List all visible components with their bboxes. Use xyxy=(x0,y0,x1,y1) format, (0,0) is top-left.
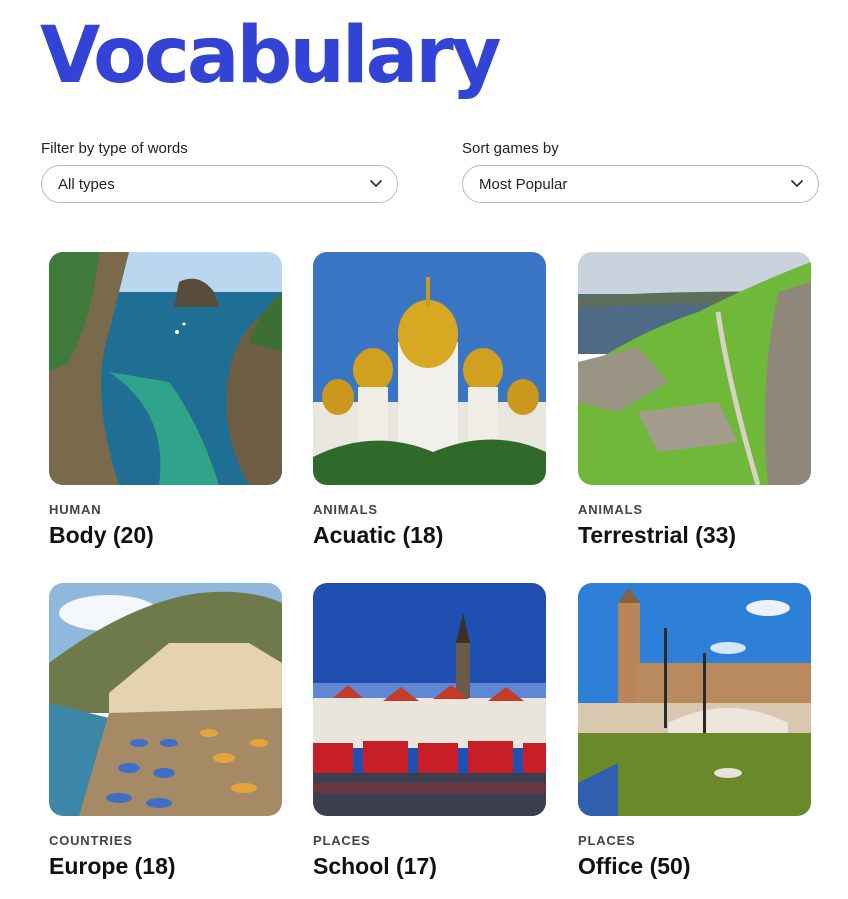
page-title: Vocabulary xyxy=(40,11,502,101)
chevron-down-icon xyxy=(369,177,383,191)
game-card-acuatic[interactable]: ANIMALS Acuatic (18) xyxy=(313,252,546,552)
game-card-school[interactable]: PLACES School (17) xyxy=(313,583,546,883)
type-filter-value: All types xyxy=(58,175,115,193)
card-title: Body (20) xyxy=(49,522,154,548)
sort-value: Most Popular xyxy=(479,175,568,193)
card-title: Acuatic (18) xyxy=(313,522,444,548)
card-title: Office (50) xyxy=(578,853,691,879)
castle-ruins-photo xyxy=(578,252,811,485)
coastal-cove-photo xyxy=(49,252,282,485)
type-filter-label: Filter by type of words xyxy=(41,140,188,157)
card-category: PLACES xyxy=(578,833,636,848)
card-category: ANIMALS xyxy=(313,502,378,517)
card-category: COUNTRIES xyxy=(49,833,133,848)
card-title: School (17) xyxy=(313,853,437,879)
sort-label: Sort games by xyxy=(462,140,559,157)
game-card-europe[interactable]: COUNTRIES Europe (18) xyxy=(49,583,282,883)
game-card-body[interactable]: HUMAN Body (20) xyxy=(49,252,282,552)
card-category: HUMAN xyxy=(49,502,102,517)
card-title: Europe (18) xyxy=(49,853,176,879)
card-category: ANIMALS xyxy=(578,502,643,517)
red-houses-harbor-photo xyxy=(313,583,546,816)
type-filter-select[interactable]: All types xyxy=(41,165,398,203)
sort-select[interactable]: Most Popular xyxy=(462,165,819,203)
card-category: PLACES xyxy=(313,833,371,848)
card-title: Terrestrial (33) xyxy=(578,522,737,548)
golden-domes-photo xyxy=(313,252,546,485)
game-card-office[interactable]: PLACES Office (50) xyxy=(578,583,811,883)
beach-umbrellas-photo xyxy=(49,583,282,816)
plaza-bridge-photo xyxy=(578,583,811,816)
game-card-terrestrial[interactable]: ANIMALS Terrestrial (33) xyxy=(578,252,811,552)
chevron-down-icon xyxy=(790,177,804,191)
